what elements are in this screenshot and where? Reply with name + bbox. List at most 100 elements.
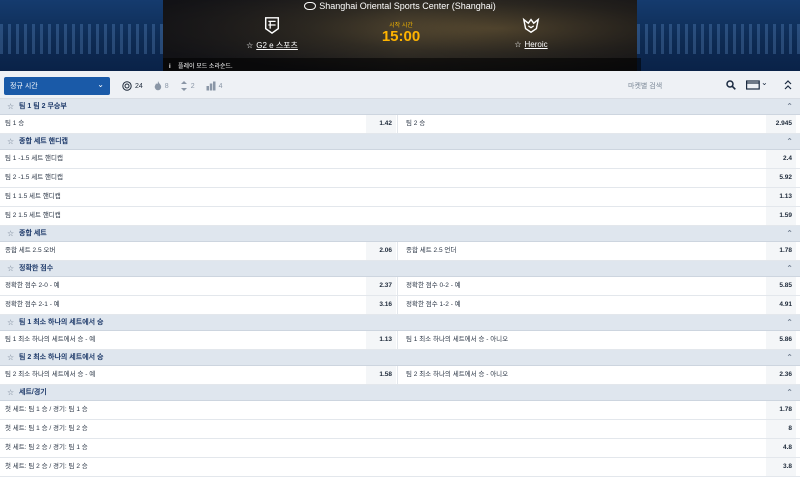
- odds-button[interactable]: 1.13: [766, 188, 796, 206]
- chevron-up-icon[interactable]: ⌃: [786, 315, 793, 331]
- market-row: 팀 1 승 1.42 팀 2 승 2.945: [0, 115, 800, 134]
- outcome-label[interactable]: 팀 2 승: [401, 115, 767, 133]
- market-row: 팀 1 1.5 세트 핸디캡 1.13: [0, 188, 800, 207]
- outcome-label[interactable]: 종합 세트 2.5 오버: [0, 242, 366, 260]
- market-toolbar: 정규 시간 ⌄ 24 8 2 4 ⌄: [0, 71, 800, 99]
- market-header[interactable]: ☆ 종합 세트 ⌃: [0, 226, 800, 242]
- home-team[interactable]: ☆ G2 e 스포츠: [212, 16, 332, 51]
- market-header[interactable]: ☆ 팀 1 팀 2 무승부 ⌃: [0, 99, 800, 115]
- chevron-up-icon[interactable]: ⌃: [786, 385, 793, 401]
- filter-all-count: 24: [135, 82, 143, 90]
- market-header[interactable]: ☆ 팀 1 최소 하나의 세트에서 승 ⌃: [0, 315, 800, 331]
- stadium-icon: [304, 2, 317, 10]
- outcome-label[interactable]: 팀 2 최소 하나의 세트에서 승 - 예: [0, 366, 366, 384]
- odds-button[interactable]: 2.4: [766, 150, 796, 168]
- kickoff: 시작 시간 15:00: [361, 20, 441, 45]
- odds-button[interactable]: 2.36: [766, 366, 796, 384]
- filter-handicap-count: 2: [190, 82, 195, 90]
- outcome-label[interactable]: 팀 1 최소 하나의 세트에서 승 - 예: [0, 331, 366, 349]
- market-list: ☆ 팀 1 팀 2 무승부 ⌃ 팀 1 승 1.42 팀 2 승 2.945 ☆…: [0, 99, 800, 477]
- odds-button[interactable]: 1.58: [366, 366, 396, 384]
- outcome-label[interactable]: 정확한 점수 0-2 - 예: [401, 277, 767, 295]
- outcome-label[interactable]: 팀 1 -1.5 세트 핸디캡: [0, 150, 760, 168]
- outcome-label[interactable]: 첫 세트: 팀 2 승 / 경기: 팀 1 승: [0, 439, 760, 457]
- outcome-label[interactable]: 첫 세트: 팀 1 승 / 경기: 팀 1 승: [0, 401, 760, 419]
- favorite-star-icon[interactable]: ☆: [7, 315, 14, 331]
- outcome-label[interactable]: 첫 세트: 팀 1 승 / 경기: 팀 2 승: [0, 420, 760, 438]
- collapse-all-icon[interactable]: [784, 80, 792, 90]
- outcome-label[interactable]: 팀 2 1.5 세트 핸디캡: [0, 207, 760, 225]
- favorite-star-icon[interactable]: ☆: [514, 40, 521, 49]
- market-search-input[interactable]: [624, 78, 720, 94]
- market-header[interactable]: ☆ 세트/경기 ⌃: [0, 385, 800, 401]
- odds-button[interactable]: 5.92: [766, 169, 796, 187]
- odds-button[interactable]: 1.78: [766, 242, 796, 260]
- outcome-label[interactable]: 첫 세트: 팀 2 승 / 경기: 팀 2 승: [0, 458, 760, 476]
- away-team[interactable]: ☆ Heroic: [471, 16, 591, 49]
- outcome-label[interactable]: 팀 2 -1.5 세트 핸디캡: [0, 169, 760, 187]
- search-icon[interactable]: [726, 80, 736, 90]
- away-team-name[interactable]: Heroic: [525, 40, 548, 49]
- odds-button[interactable]: 4.8: [766, 439, 796, 457]
- odds-button[interactable]: 2.37: [366, 277, 396, 295]
- chevron-up-icon[interactable]: ⌃: [786, 350, 793, 366]
- odds-button[interactable]: 1.78: [766, 401, 796, 419]
- home-team-name[interactable]: G2 e 스포츠: [256, 41, 298, 50]
- favorite-star-icon[interactable]: ☆: [7, 385, 14, 401]
- ladder-icon: [206, 81, 216, 91]
- outcome-label[interactable]: 종합 세트 2.5 언더: [401, 242, 767, 260]
- filter-totals-count: 4: [218, 82, 223, 90]
- odds-button[interactable]: 1.59: [766, 207, 796, 225]
- odds-button[interactable]: 5.86: [766, 331, 796, 349]
- odds-button[interactable]: 4.91: [766, 296, 796, 314]
- fire-icon: [154, 81, 161, 91]
- chevron-up-icon[interactable]: ⌃: [786, 226, 793, 242]
- odds-button[interactable]: 3.8: [766, 458, 796, 476]
- chevron-up-icon[interactable]: ⌃: [786, 261, 793, 277]
- market-row: 정확한 점수 2-0 - 예 2.37 정확한 점수 0-2 - 예 5.85: [0, 277, 800, 296]
- filter-all[interactable]: 24: [122, 81, 143, 91]
- market-row: 첫 세트: 팀 1 승 / 경기: 팀 2 승 8: [0, 420, 800, 439]
- outcome-label[interactable]: 팀 1 1.5 세트 핸디캡: [0, 188, 760, 206]
- favorite-star-icon[interactable]: ☆: [7, 226, 14, 242]
- market-title: 팀 2 최소 하나의 세트에서 승: [19, 354, 104, 361]
- event-header: Shanghai Oriental Sports Center (Shangha…: [0, 0, 800, 71]
- market-title: 종합 세트 핸디캡: [19, 138, 68, 145]
- layout-toggle-icon[interactable]: [746, 80, 760, 90]
- notice-text: 플레이 모드 소라순드.: [178, 64, 233, 70]
- market-row: 팀 2 1.5 세트 핸디캡 1.59: [0, 207, 800, 226]
- odds-button[interactable]: 8: [766, 420, 796, 438]
- odds-button[interactable]: 1.13: [366, 331, 396, 349]
- venue: Shanghai Oriental Sports Center (Shangha…: [0, 1, 800, 11]
- chevron-up-icon[interactable]: ⌃: [786, 134, 793, 150]
- market-header[interactable]: ☆ 종합 세트 핸디캡 ⌃: [0, 134, 800, 150]
- favorite-star-icon[interactable]: ☆: [246, 41, 253, 50]
- filter-popular-count: 8: [164, 82, 169, 90]
- outcome-label[interactable]: 팀 1 승: [0, 115, 366, 133]
- filter-popular[interactable]: 8: [154, 81, 169, 91]
- outcome-label[interactable]: 팀 2 최소 하나의 세트에서 승 - 아니오: [401, 366, 767, 384]
- favorite-star-icon[interactable]: ☆: [7, 261, 14, 277]
- filter-handicap[interactable]: 2: [180, 81, 195, 91]
- chevron-up-icon[interactable]: ⌃: [786, 99, 793, 115]
- heroic-logo-icon: [522, 17, 540, 34]
- outcome-label[interactable]: 정확한 점수 1-2 - 예: [401, 296, 767, 314]
- market-header[interactable]: ☆ 팀 2 최소 하나의 세트에서 승 ⌃: [0, 350, 800, 366]
- odds-button[interactable]: 5.85: [766, 277, 796, 295]
- favorite-star-icon[interactable]: ☆: [7, 99, 14, 115]
- market-row: 팀 1 -1.5 세트 핸디캡 2.4: [0, 150, 800, 169]
- odds-button[interactable]: 3.16: [366, 296, 396, 314]
- outcome-label[interactable]: 정확한 점수 2-1 - 예: [0, 296, 366, 314]
- favorite-star-icon[interactable]: ☆: [7, 134, 14, 150]
- odds-button[interactable]: 2.06: [366, 242, 396, 260]
- outcome-label[interactable]: 팀 1 최소 하나의 세트에서 승 - 아니오: [401, 331, 767, 349]
- odds-button[interactable]: 2.945: [766, 115, 796, 133]
- favorite-star-icon[interactable]: ☆: [7, 350, 14, 366]
- odds-button[interactable]: 1.42: [366, 115, 396, 133]
- filter-totals[interactable]: 4: [206, 81, 223, 91]
- chevron-down-icon[interactable]: ⌄: [761, 78, 768, 87]
- outcome-label[interactable]: 정확한 점수 2-0 - 예: [0, 277, 366, 295]
- market-header[interactable]: ☆ 정확한 점수 ⌃: [0, 261, 800, 277]
- period-select[interactable]: 정규 시간 ⌄: [4, 77, 110, 95]
- market-title: 정확한 점수: [19, 265, 54, 272]
